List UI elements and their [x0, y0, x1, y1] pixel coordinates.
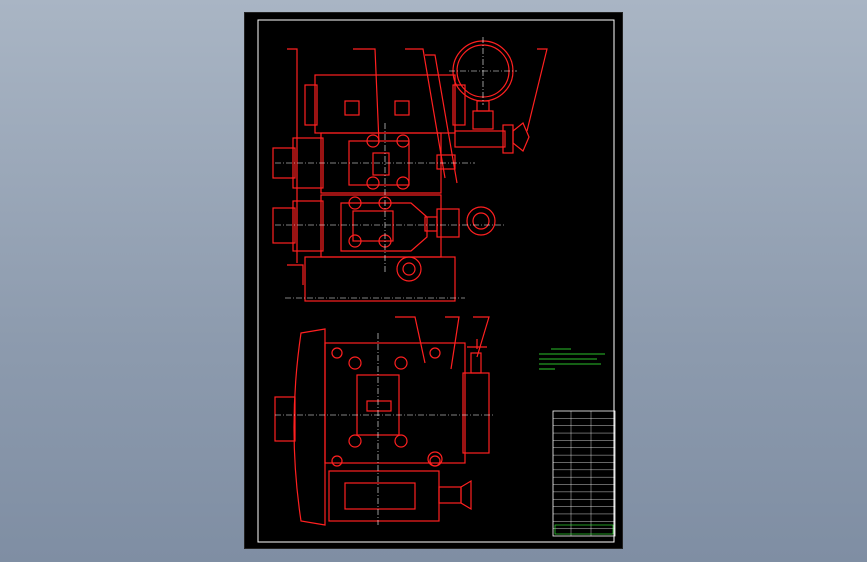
drawing-sheet [244, 12, 623, 549]
technical-notes [539, 348, 605, 370]
front-view [272, 40, 548, 302]
top-view-center-lines [275, 333, 495, 525]
inner-border [257, 19, 615, 543]
cad-drawing [257, 19, 616, 543]
center-lines [275, 37, 517, 299]
title-block [552, 410, 616, 537]
top-view [274, 316, 490, 526]
